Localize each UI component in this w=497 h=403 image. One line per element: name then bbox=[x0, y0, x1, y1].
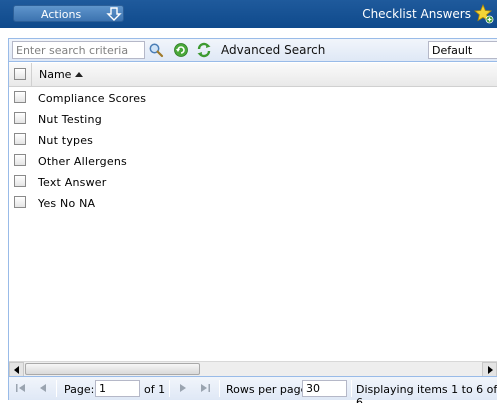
row-name: Nut types bbox=[38, 134, 94, 147]
row-checkbox[interactable] bbox=[14, 154, 26, 166]
row-name: Text Answer bbox=[38, 176, 107, 189]
page-label: Page: bbox=[64, 383, 95, 396]
rows-per-page-input[interactable] bbox=[302, 380, 347, 397]
select-all-checkbox[interactable] bbox=[14, 68, 26, 80]
grid-panel: Advanced Search Default Name Compliance … bbox=[8, 38, 497, 403]
header-checkbox-cell bbox=[9, 63, 32, 86]
title-bar: Actions Checklist Answers bbox=[0, 0, 497, 28]
table-row[interactable]: Compliance Scores bbox=[9, 88, 497, 109]
actions-button-label: Actions bbox=[41, 8, 82, 21]
refresh-icon[interactable] bbox=[173, 42, 189, 58]
pager-separator bbox=[219, 380, 220, 397]
row-checkbox[interactable] bbox=[14, 112, 26, 124]
row-checkbox[interactable] bbox=[14, 91, 26, 103]
table-row[interactable]: Other Allergens bbox=[9, 151, 497, 172]
row-checkbox[interactable] bbox=[14, 175, 26, 187]
first-page-icon[interactable] bbox=[14, 381, 28, 395]
paging-toolbar: Page: of 1 Rows per page Displaying item… bbox=[9, 376, 497, 403]
grid-rows: Compliance Scores Nut Testing Nut types … bbox=[9, 88, 497, 214]
scroll-left-button[interactable] bbox=[9, 362, 24, 377]
arrow-down-icon bbox=[106, 7, 122, 21]
page-title: Checklist Answers bbox=[362, 7, 471, 21]
row-name: Compliance Scores bbox=[38, 92, 147, 105]
row-name: Nut Testing bbox=[38, 113, 102, 126]
grid-toolbar: Advanced Search Default bbox=[9, 39, 497, 62]
row-checkbox[interactable] bbox=[14, 196, 26, 208]
last-page-icon[interactable] bbox=[198, 381, 212, 395]
pager-separator bbox=[56, 380, 57, 397]
table-row[interactable]: Text Answer bbox=[9, 172, 497, 193]
arrow-right-icon bbox=[488, 366, 493, 374]
pager-separator bbox=[351, 380, 352, 397]
next-page-icon[interactable] bbox=[176, 381, 190, 395]
arrow-left-icon bbox=[14, 366, 19, 374]
pager-separator bbox=[169, 380, 170, 397]
sort-ascending-icon bbox=[75, 72, 83, 77]
rows-per-page-label: Rows per page bbox=[226, 383, 308, 396]
horizontal-scrollbar[interactable] bbox=[9, 361, 497, 377]
page-count-label: of 1 bbox=[144, 383, 166, 396]
view-select[interactable]: Default bbox=[428, 41, 497, 59]
row-checkbox[interactable] bbox=[14, 133, 26, 145]
page-number-input[interactable] bbox=[95, 380, 140, 397]
actions-button[interactable]: Actions bbox=[13, 5, 124, 22]
advanced-search-link[interactable]: Advanced Search bbox=[221, 43, 325, 57]
scroll-right-button[interactable] bbox=[482, 362, 497, 377]
table-row[interactable]: Nut types bbox=[9, 130, 497, 151]
reset-search-icon[interactable] bbox=[196, 42, 212, 58]
row-name: Yes No NA bbox=[38, 197, 96, 210]
column-header-name[interactable]: Name bbox=[39, 68, 71, 81]
table-row[interactable]: Yes No NA bbox=[9, 193, 497, 214]
search-icon[interactable] bbox=[148, 42, 164, 58]
grid-header: Name bbox=[9, 63, 497, 87]
displaying-items-label: Displaying items 1 to 6 of 6 bbox=[356, 383, 497, 403]
table-row[interactable]: Nut Testing bbox=[9, 109, 497, 130]
scrollbar-thumb[interactable] bbox=[25, 363, 200, 375]
row-name: Other Allergens bbox=[38, 155, 127, 168]
previous-page-icon[interactable] bbox=[36, 381, 50, 395]
favorite-star-icon[interactable] bbox=[474, 4, 494, 24]
search-input[interactable] bbox=[12, 41, 145, 59]
